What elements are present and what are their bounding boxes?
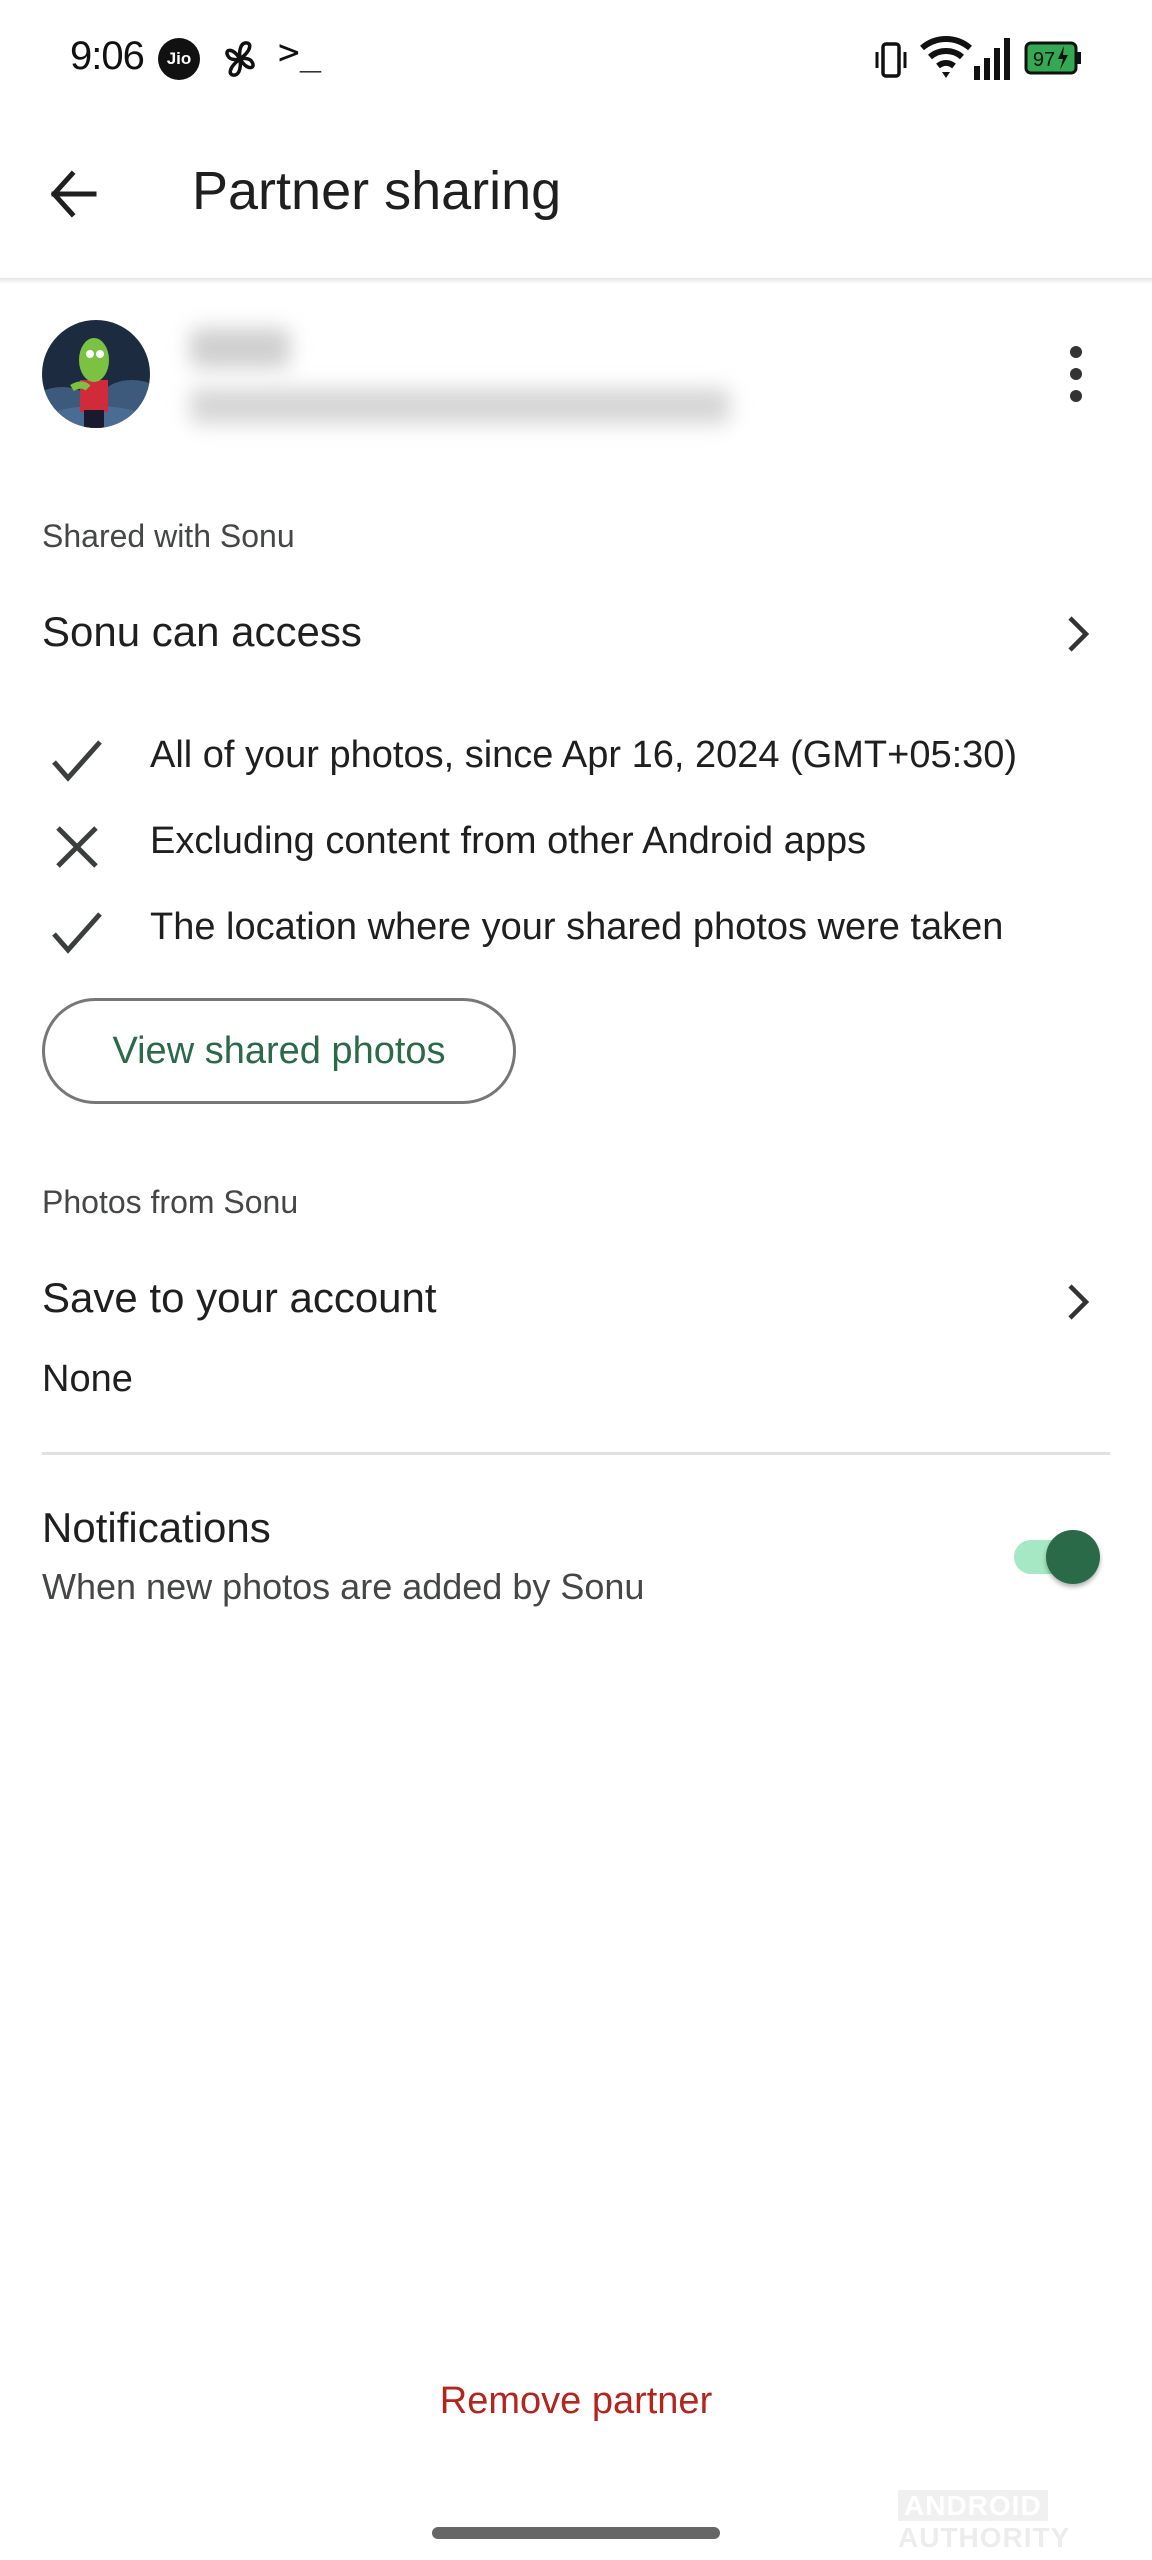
jio-carrier-icon: Jio — [158, 38, 200, 80]
back-button[interactable] — [44, 164, 104, 224]
partner-name: [blurred] — [190, 328, 290, 368]
partner-email: [blurred] — [190, 388, 730, 424]
photos-from-section-label: Photos from Sonu — [42, 1184, 299, 1220]
permission-item: The location where your shared photos we… — [150, 906, 1004, 948]
chevron-right-icon — [1068, 616, 1090, 652]
watermark-left: ANDROID — [898, 2490, 1048, 2521]
partner-access-label: Sonu can access — [42, 608, 362, 655]
status-time: 9:06 — [70, 34, 145, 78]
permission-item: Excluding content from other Android app… — [150, 820, 867, 862]
check-icon — [52, 912, 102, 954]
app-bar-divider — [0, 278, 1152, 284]
permission-item: All of your photos, since Apr 16, 2024 (… — [150, 734, 1018, 776]
avatar — [42, 320, 150, 428]
home-gesture-bar[interactable] — [432, 2527, 720, 2539]
battery-level: 97 — [1033, 49, 1055, 71]
notifications-subtitle: When new photos are added by Sonu — [42, 1566, 645, 1607]
watermark-right: AUTHORITY — [898, 2522, 1071, 2553]
notifications-title: Notifications — [42, 1504, 271, 1551]
vibrate-icon — [875, 42, 907, 78]
page-title: Partner sharing — [192, 161, 562, 221]
save-to-account-label: Save to your account — [42, 1274, 437, 1321]
cellular-signal-icon — [974, 38, 1010, 80]
fan-icon — [225, 41, 255, 77]
save-to-account-row[interactable] — [0, 1246, 1152, 1406]
battery-charging-icon: 97 — [1024, 40, 1082, 76]
wifi-icon — [920, 36, 972, 78]
section-divider — [42, 1452, 1110, 1455]
arrow-back-icon — [50, 170, 97, 218]
more-vert-icon — [1070, 346, 1082, 358]
close-icon — [56, 826, 98, 868]
toggle-thumb — [1046, 1530, 1100, 1584]
view-shared-photos-button[interactable]: View shared photos — [42, 998, 516, 1104]
shared-with-section-label: Shared with Sonu — [42, 518, 295, 554]
more-options-button[interactable] — [1054, 346, 1098, 402]
notifications-toggle[interactable] — [1012, 1528, 1102, 1584]
watermark: ANDROID AUTHORITY — [898, 2490, 1152, 2554]
save-to-account-value: None — [42, 1358, 133, 1400]
check-icon — [52, 740, 102, 782]
terminal-icon: >_ — [278, 32, 322, 73]
remove-partner-button[interactable]: Remove partner — [0, 2380, 1152, 2423]
chevron-right-icon — [1068, 1284, 1090, 1320]
